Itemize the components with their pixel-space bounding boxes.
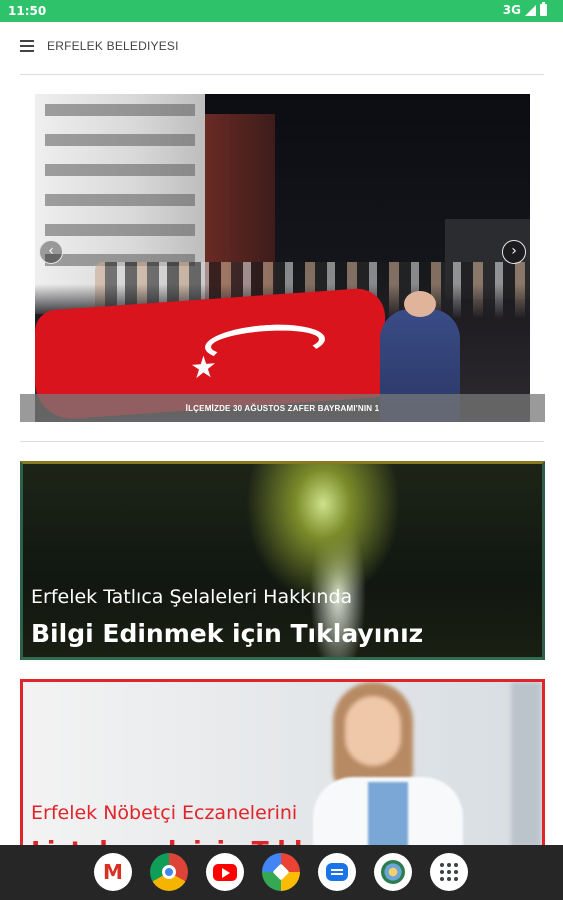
- chrome-icon[interactable]: [150, 853, 188, 891]
- hamburger-menu-icon[interactable]: [20, 40, 34, 52]
- pharmacist-image: [313, 682, 463, 845]
- slider-divider: [20, 441, 544, 442]
- gmail-letter: M: [103, 860, 123, 884]
- crescent-shape: [205, 320, 325, 366]
- status-time: 11:50: [8, 4, 47, 18]
- status-icons: 3G: [502, 2, 547, 17]
- app-drawer-icon[interactable]: [430, 853, 468, 891]
- slide-image[interactable]: ★: [35, 94, 530, 422]
- gmail-icon[interactable]: M: [94, 853, 132, 891]
- banner-title: Listelemek için Tıklayınız: [31, 836, 384, 845]
- chevron-left-icon[interactable]: ‹: [39, 240, 63, 264]
- banner-title: Bilgi Edinmek için Tıklayınız: [31, 619, 424, 648]
- star-icon: ★: [190, 349, 217, 387]
- app-title: ERFELEK BELEDIYESI: [47, 39, 179, 53]
- system-dock: M: [0, 845, 563, 900]
- erfelek-app-icon[interactable]: [374, 853, 412, 891]
- news-slider[interactable]: ★ ‹ › İLÇEMİZDE 30 AĞUSTOS ZAFER BAYRAMI…: [20, 94, 545, 422]
- header-divider: [20, 74, 544, 75]
- background-image-part: [511, 682, 541, 845]
- battery-icon: [540, 2, 547, 16]
- banner-subtitle: Erfelek Tatlıca Şelaleleri Hakkında: [31, 586, 353, 608]
- youtube-icon[interactable]: [206, 853, 244, 891]
- signal-icon: [525, 4, 536, 16]
- waterfall-info-banner[interactable]: Erfelek Tatlıca Şelaleleri Hakkında Bilg…: [20, 461, 545, 660]
- banner-subtitle: Erfelek Nöbetçi Eczanelerini: [31, 802, 298, 824]
- app-bar: ERFELEK BELEDIYESI: [0, 22, 563, 72]
- chevron-right-icon[interactable]: ›: [502, 240, 526, 264]
- slide-caption-bar: İLÇEMİZDE 30 AĞUSTOS ZAFER BAYRAMI'NIN 1: [20, 394, 545, 422]
- messages-icon[interactable]: [318, 853, 356, 891]
- photos-icon[interactable]: [262, 853, 300, 891]
- slide-caption: İLÇEMİZDE 30 AĞUSTOS ZAFER BAYRAMI'NIN 1: [185, 404, 380, 413]
- status-bar: 11:50 3G: [0, 0, 563, 22]
- app-dock: M: [94, 853, 468, 891]
- pharmacy-banner[interactable]: Erfelek Nöbetçi Eczanelerini Listelemek …: [20, 679, 545, 845]
- network-type: 3G: [502, 3, 521, 17]
